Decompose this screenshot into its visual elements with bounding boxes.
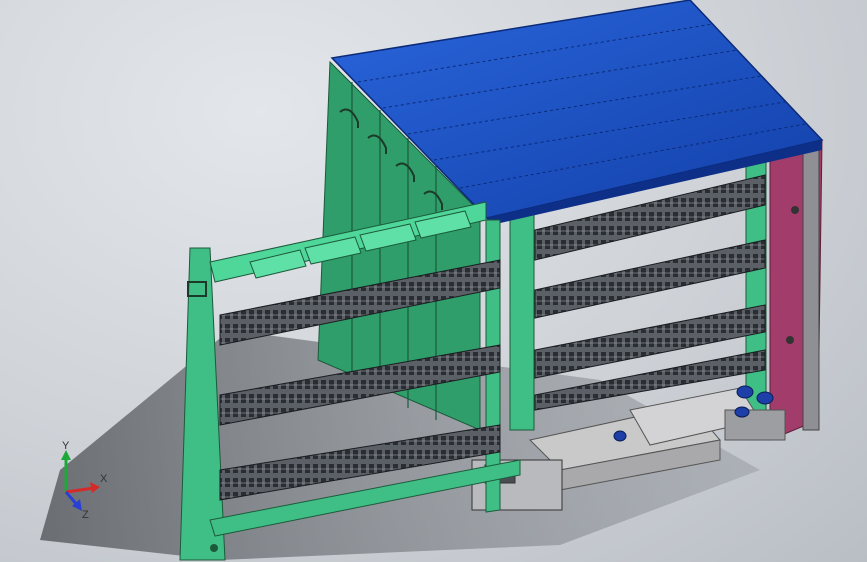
shelf-rails-right bbox=[534, 174, 766, 411]
rack-assembly-model[interactable] bbox=[0, 0, 867, 562]
z-axis-label: Z bbox=[82, 509, 89, 520]
back-panel-edge bbox=[802, 139, 820, 431]
mount-bolt-lower bbox=[786, 336, 794, 344]
cad-viewport[interactable]: Y X Z bbox=[0, 0, 867, 562]
coordinate-triad: Y X Z bbox=[61, 440, 108, 520]
y-axis-label: Y bbox=[62, 440, 70, 452]
mount-bolt-upper bbox=[791, 206, 799, 214]
foot-hole bbox=[210, 544, 218, 552]
x-axis-line bbox=[65, 486, 95, 494]
x-axis-label: X bbox=[100, 473, 108, 485]
x-axis-arrow bbox=[90, 482, 100, 493]
